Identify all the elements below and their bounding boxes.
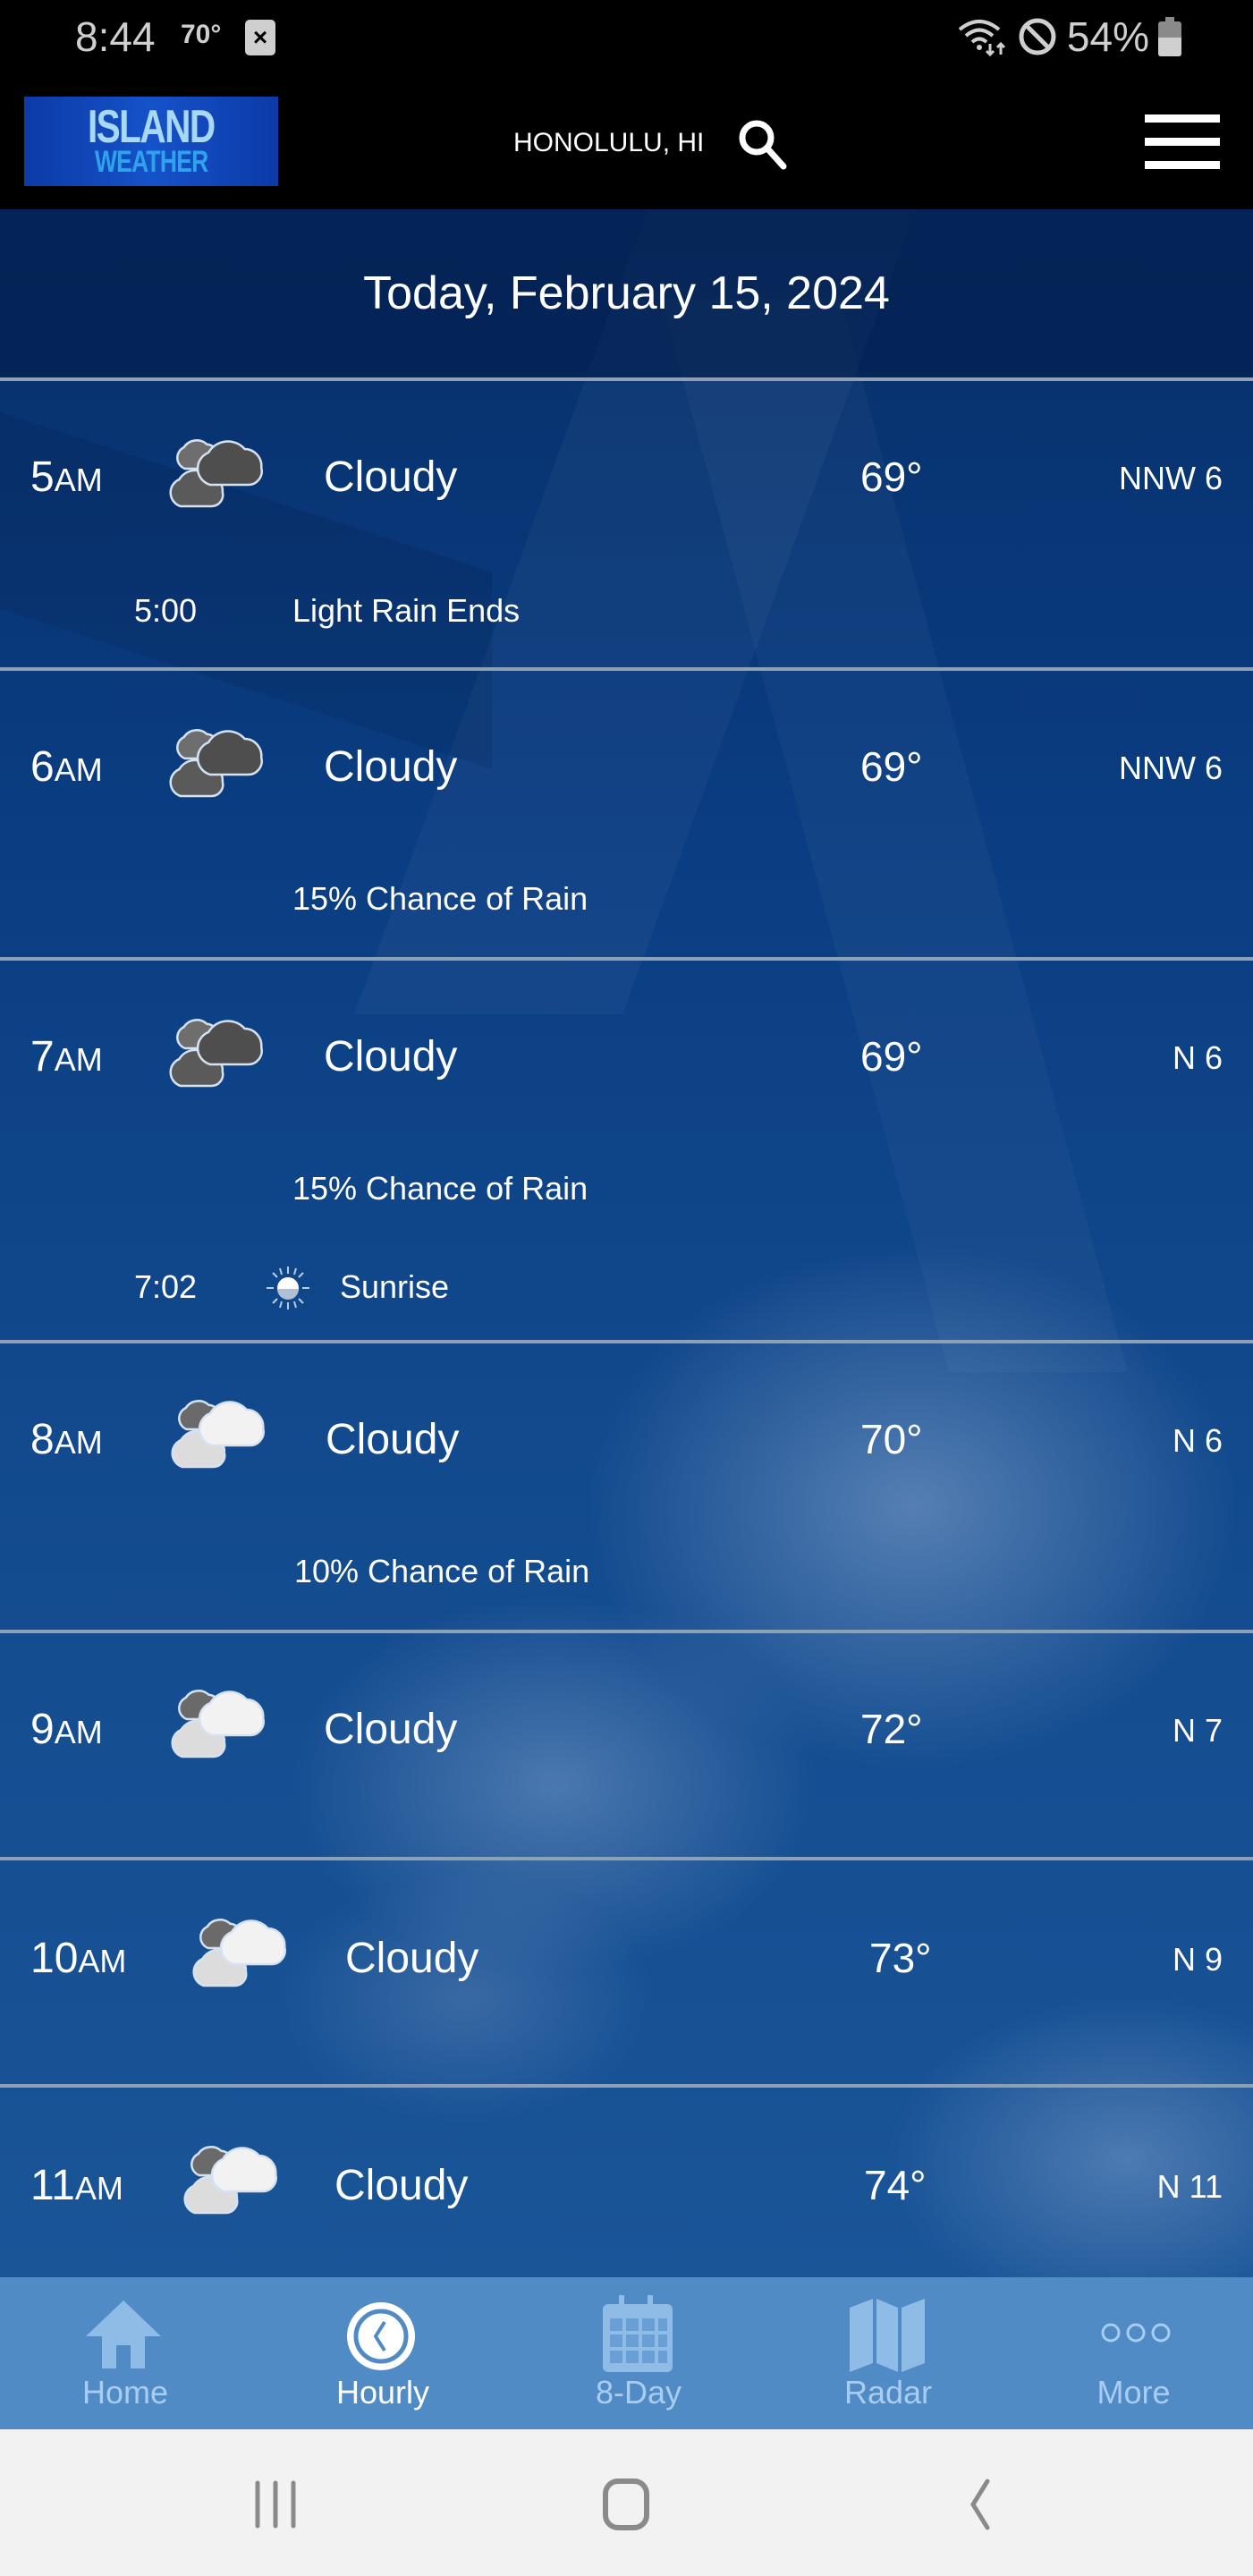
condition-label: Cloudy [324,453,458,501]
rain-chance-label: 10% Chance of Rain [294,1553,590,1589]
hourly-forecast-content[interactable]: Today, February 15, 2024 5AM Cloudy 69° … [0,209,1253,2277]
system-nav-bar [0,2429,1253,2576]
status-time: 8:44 [75,13,156,60]
search-button[interactable] [735,114,792,172]
event-time: 7:02 [134,1268,198,1305]
home-button-icon[interactable] [590,2478,662,2531]
temperature-label: 74° [864,2162,927,2208]
battery-percent: 54% [1066,13,1149,60]
hour-row-9am[interactable]: 9AM Cloudy 72° N 7 [0,1633,1253,1857]
condition-label: Cloudy [324,1033,458,1080]
date-text: Today, February 15, 2024 [363,267,890,319]
tab-label: Hourly [335,2374,430,2411]
condition-label: Cloudy [334,2162,469,2209]
hour-label: 6AM [30,743,103,791]
menu-bar [1145,161,1220,169]
temperature-label: 69° [860,453,923,500]
wifi-icon [958,20,1005,56]
back-icon[interactable] [941,2478,1012,2531]
wind-label: NNW 6 [1119,460,1223,496]
status-right: 54% [956,13,1181,61]
wind-label: N 6 [1172,1039,1223,1076]
cloudy-light-icon [192,1919,286,1987]
hour-label: 8AM [30,1416,103,1463]
tab-label: 8-Day [595,2374,682,2411]
cloudy-dark-icon [169,439,263,508]
battery-icon [1158,17,1181,56]
do-not-disturb-icon [1019,18,1056,55]
hour-row-6am[interactable]: 6AM Cloudy 69° NNW 6 15% Chance of Rain [0,671,1253,957]
temperature-label: 70° [860,1416,923,1462]
rain-chance-label: 15% Chance of Rain [292,880,588,917]
app-header: ISLAND WEATHER HONOLULU, HI [0,77,1253,209]
condition-label: Cloudy [326,1416,460,1463]
map-icon [850,2299,925,2372]
tab-label: Radar [843,2374,933,2411]
menu-bar [1145,138,1220,146]
wind-label: N 6 [1172,1422,1223,1459]
temperature-label: 73° [869,1935,932,1981]
cloudy-dark-icon [169,1019,263,1088]
condition-label: Cloudy [324,743,458,791]
temperature-label: 72° [860,1706,923,1752]
tab-label: Home [81,2374,169,2411]
hour-label: 11AM [30,2162,123,2209]
home-icon [86,2301,161,2368]
calendar-icon [603,2295,673,2372]
hour-label: 7AM [30,1033,103,1080]
tab-radar[interactable]: Radar [762,2277,1014,2429]
hamburger-menu-button[interactable] [1143,113,1222,172]
bottom-tab-bar: Home Hourly 8-Day Radar More [0,2277,1253,2429]
wind-label: N 7 [1172,1712,1223,1749]
logo-line1: ISLAND [88,101,216,154]
hour-row-10am[interactable]: 10AM Cloudy 73° N 9 [0,1860,1253,2084]
tab-home[interactable]: Home [0,2277,250,2429]
event-label: Sunrise [340,1268,450,1305]
status-temperature: 70° [181,20,222,49]
tab-8-day[interactable]: 8-Day [515,2277,762,2429]
event-time: 5:00 [134,592,198,629]
condition-label: Cloudy [345,1935,479,1982]
hour-row-11am[interactable]: 11AM Cloudy 74° N 11 [0,2088,1253,2277]
island-weather-logo[interactable]: ISLAND WEATHER [24,97,278,186]
hour-label: 5AM [30,453,103,501]
wind-label: NNW 6 [1119,750,1223,786]
hour-row-7am[interactable]: 7AM Cloudy 69° N 6 15% Chance of Rain 7:… [0,961,1253,1340]
hour-label: 9AM [30,1706,103,1753]
cloudy-dark-icon [169,729,263,798]
tab-more[interactable]: More [1014,2277,1253,2429]
cloudy-light-icon [171,1400,265,1469]
hour-label: 10AM [30,1935,127,1982]
close-box-icon: × [245,20,275,55]
search-icon [739,120,787,170]
logo-line2: WEATHER [94,145,208,180]
wind-label: N 9 [1172,1941,1223,1978]
hour-row-8am[interactable]: 8AM Cloudy 70° N 6 10% Chance of Rain [0,1343,1253,1630]
temperature-label: 69° [860,743,923,790]
date-header: Today, February 15, 2024 [0,209,1253,377]
status-bar: 8:44 70° × 54% [0,0,1253,77]
clock-icon [347,2302,415,2370]
cloudy-light-icon [171,1690,265,1758]
tab-label: More [1096,2374,1171,2411]
event-label: Light Rain Ends [292,592,521,629]
condition-label: Cloudy [324,1706,458,1753]
menu-bar [1145,114,1220,123]
sunrise-icon [267,1267,309,1309]
location-label[interactable]: HONOLULU, HI [513,116,704,170]
cloudy-light-icon [183,2146,277,2215]
more-dots-icon [1101,2323,1171,2343]
wind-label: N 11 [1156,2168,1223,2205]
rain-chance-label: 15% Chance of Rain [292,1170,588,1207]
temperature-label: 69° [860,1033,923,1080]
hour-row-5am[interactable]: 5AM Cloudy 69° NNW 6 5:00 Light Rain End… [0,381,1253,667]
tab-hourly[interactable]: Hourly [250,2277,515,2429]
recent-apps-icon[interactable] [240,2478,311,2531]
